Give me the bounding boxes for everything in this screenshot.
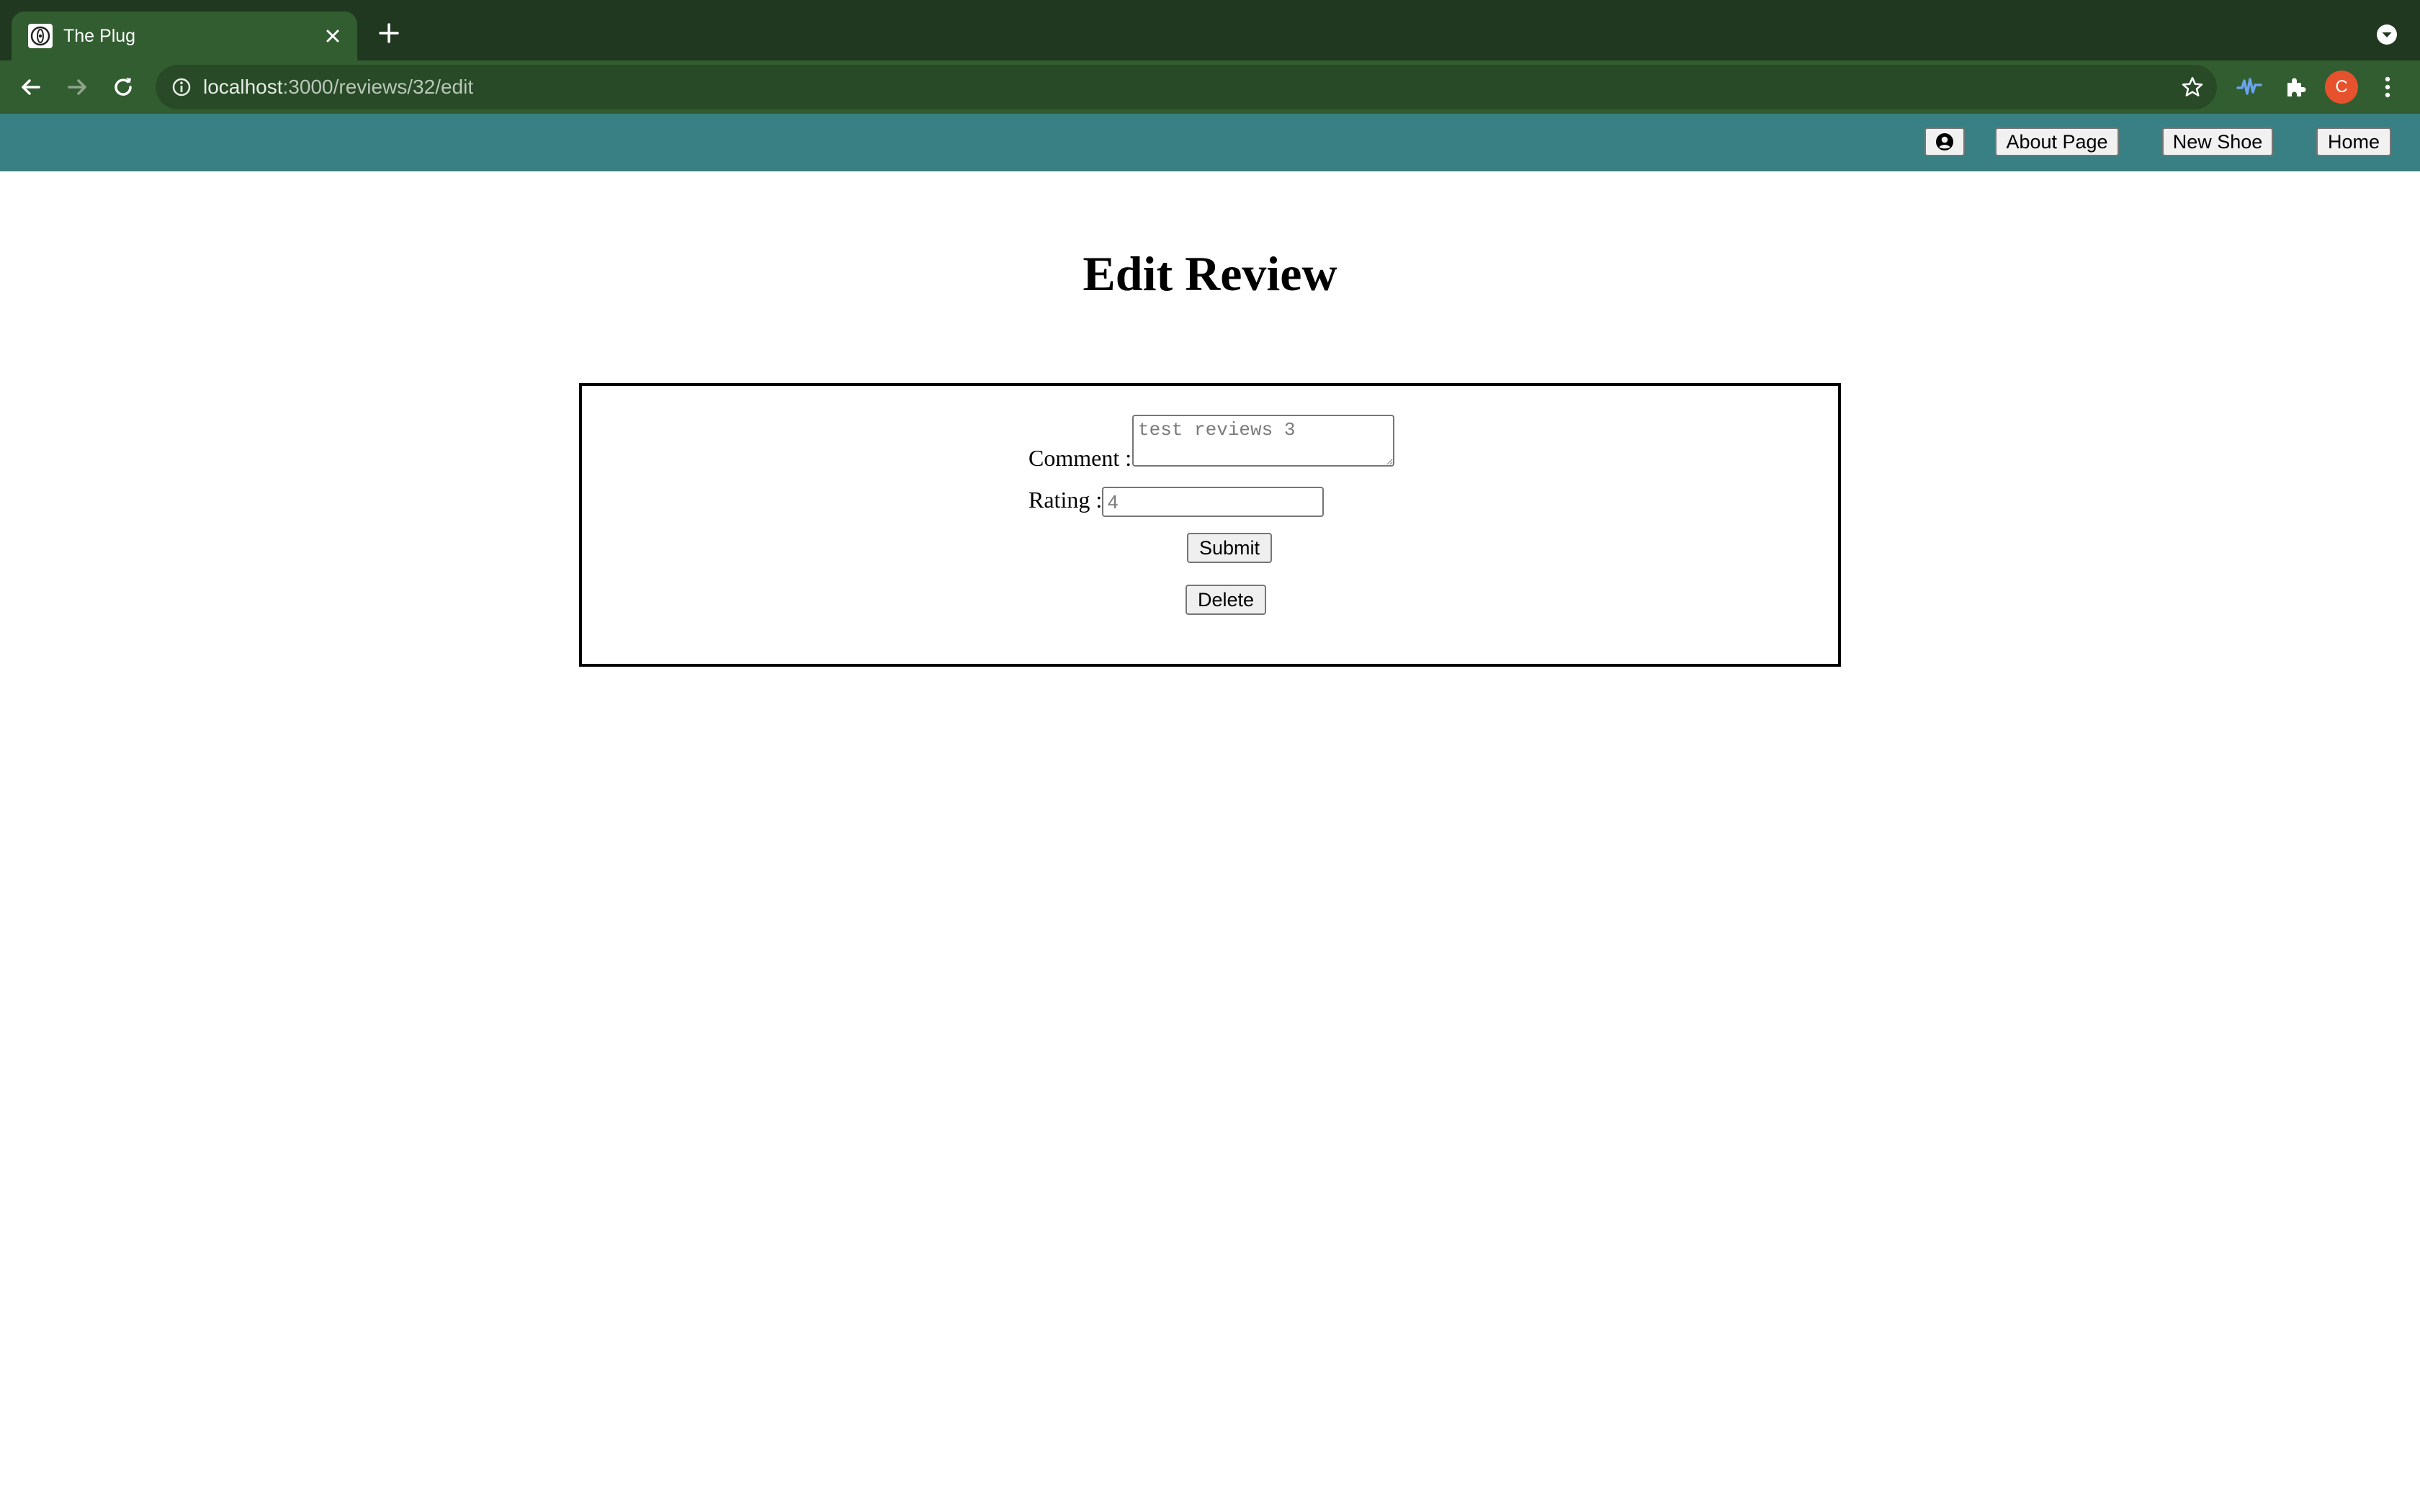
tab-title: The Plug <box>63 26 136 46</box>
rating-label: Rating : <box>1028 487 1103 513</box>
browser-menu-dots-icon[interactable] <box>2371 71 2404 104</box>
rating-input[interactable] <box>1102 487 1324 517</box>
new-tab-plus-icon[interactable] <box>373 17 405 49</box>
back-arrow-icon[interactable] <box>14 71 48 104</box>
home-button[interactable]: Home <box>2316 127 2391 156</box>
profile-button[interactable] <box>1924 127 1965 156</box>
address-bar[interactable]: localhost:3000/reviews/32/edit <box>156 65 2217 109</box>
bookmark-star-icon[interactable] <box>2178 73 2207 102</box>
app-nav-bar: About Page New Shoe Home <box>0 114 2420 171</box>
user-circle-icon <box>1936 133 1953 150</box>
comment-label: Comment : <box>1028 445 1132 471</box>
browser-tabstrip: The Plug <box>0 0 2420 60</box>
close-tab-icon[interactable] <box>318 22 347 50</box>
url-path: :3000/reviews/32/edit <box>282 76 474 98</box>
forward-arrow-icon[interactable] <box>60 71 94 104</box>
profile-avatar[interactable]: C <box>2325 71 2358 104</box>
address-url[interactable]: localhost:3000/reviews/32/edit <box>203 65 473 109</box>
submit-button[interactable]: Submit <box>1187 533 1272 563</box>
new-shoe-button[interactable]: New Shoe <box>2162 127 2273 156</box>
waveform-extension-icon[interactable] <box>2233 71 2266 104</box>
delete-button[interactable]: Delete <box>1186 585 1266 615</box>
about-page-button[interactable]: About Page <box>1995 127 2119 156</box>
tab-search-chevron-icon[interactable] <box>2372 20 2401 49</box>
react-logo-icon <box>28 24 53 48</box>
url-host: localhost <box>203 76 283 98</box>
browser-tab-active[interactable]: The Plug <box>12 12 357 60</box>
extensions-puzzle-icon[interactable] <box>2279 71 2312 104</box>
site-info-icon[interactable] <box>169 74 194 100</box>
comment-textarea[interactable] <box>1132 415 1394 467</box>
browser-toolbar: localhost:3000/reviews/32/edit C <box>0 60 2420 114</box>
page-title: Edit Review <box>1083 246 1337 301</box>
reload-icon[interactable] <box>107 71 140 104</box>
edit-review-form: Comment : Rating : Submit Delete <box>579 383 1841 667</box>
